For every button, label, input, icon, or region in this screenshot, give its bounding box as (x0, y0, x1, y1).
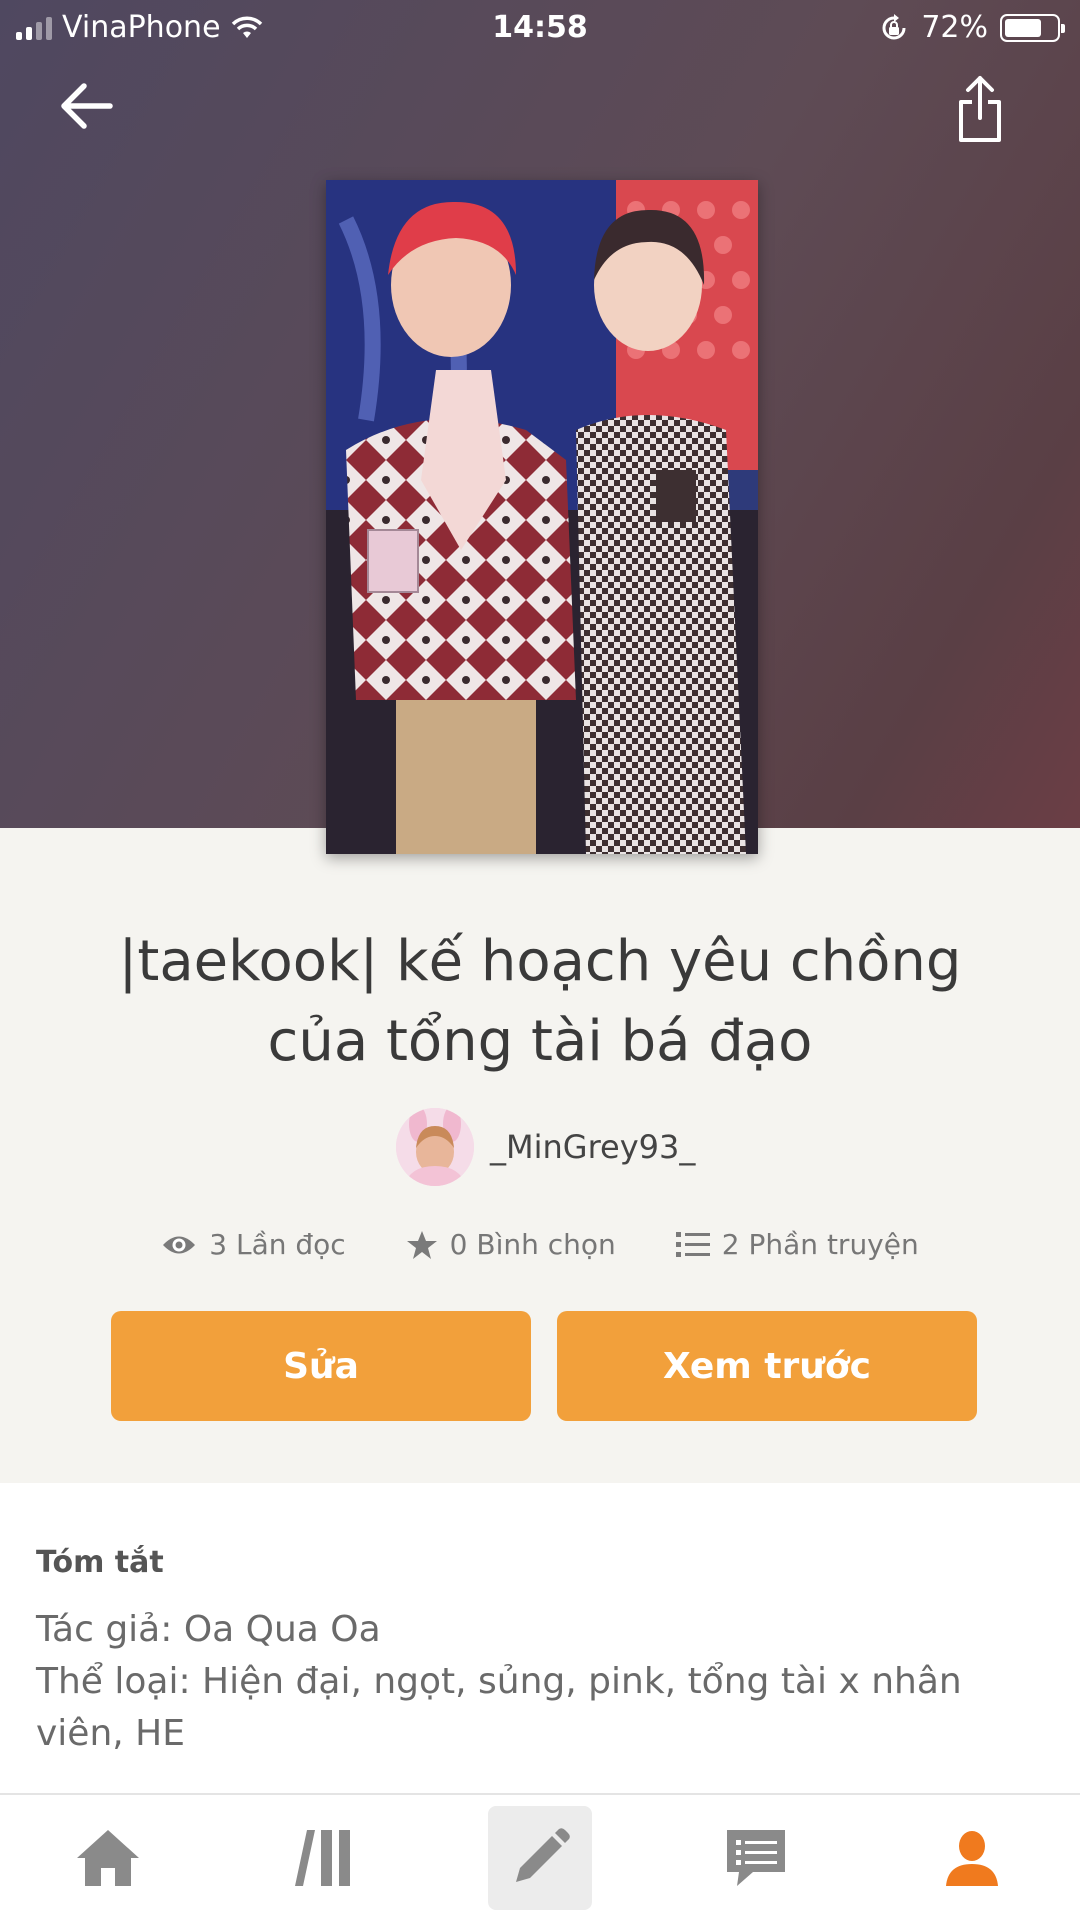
list-icon (675, 1231, 710, 1257)
summary-line: Tác giả: Oa Qua Oa (36, 1609, 381, 1650)
status-bar: VinaPhone 14:58 72% (0, 0, 1080, 56)
summary-line: Thể loại: Hiện đại, ngọt, sủng, pink, tổ… (36, 1661, 962, 1754)
share-button[interactable] (955, 74, 1017, 150)
nav-library[interactable] (272, 1806, 376, 1910)
nav-profile[interactable] (920, 1806, 1024, 1910)
home-icon (77, 1829, 139, 1886)
write-icon (516, 1827, 570, 1882)
battery-icon (1000, 13, 1065, 42)
author-name[interactable]: _MinGrey93_ (490, 1128, 695, 1166)
votes-stat: 0 Bình chọn (406, 1228, 616, 1261)
votes-count: 0 Bình chọn (449, 1228, 616, 1261)
story-cover-image (326, 180, 758, 854)
star-icon (406, 1230, 437, 1259)
nav-home[interactable] (56, 1806, 160, 1910)
story-stats: 3 Lần đọc 0 Bình chọn 2 Phần truyện (0, 1228, 1080, 1261)
orientation-lock-icon (882, 13, 906, 39)
bottom-nav (0, 1793, 1080, 1920)
edit-button[interactable]: Sửa (111, 1311, 531, 1421)
story-title: |taekook| kế hoạch yêu chồng của tổng tà… (118, 929, 962, 1074)
reads-stat: 3 Lần đọc (161, 1228, 346, 1261)
library-icon (295, 1829, 350, 1886)
summary-heading: Tóm tắt (36, 1545, 164, 1580)
summary-section: Tóm tắt Tác giả: Oa Qua Oa Thể loại: Hiệ… (0, 1483, 1080, 1793)
profile-icon (946, 1830, 998, 1886)
back-button[interactable] (58, 78, 128, 148)
reads-count: 3 Lần đọc (209, 1228, 346, 1261)
battery-percent: 72% (921, 10, 988, 45)
nav-messages[interactable] (704, 1806, 808, 1910)
arrow-left-icon (61, 83, 113, 129)
avatar[interactable] (396, 1108, 474, 1186)
share-icon (959, 76, 1001, 142)
parts-stat: 2 Phần truyện (675, 1228, 919, 1261)
messages-icon (727, 1829, 785, 1886)
nav-write[interactable] (488, 1805, 592, 1910)
preview-button[interactable]: Xem trước (557, 1311, 977, 1421)
parts-count: 2 Phần truyện (721, 1228, 919, 1261)
eye-icon (163, 1236, 196, 1253)
summary-text: Tác giả: Oa Qua Oa Thể loại: Hiện đại, n… (36, 1604, 1044, 1760)
author-link[interactable]: _MinGrey93_ (396, 1108, 695, 1186)
